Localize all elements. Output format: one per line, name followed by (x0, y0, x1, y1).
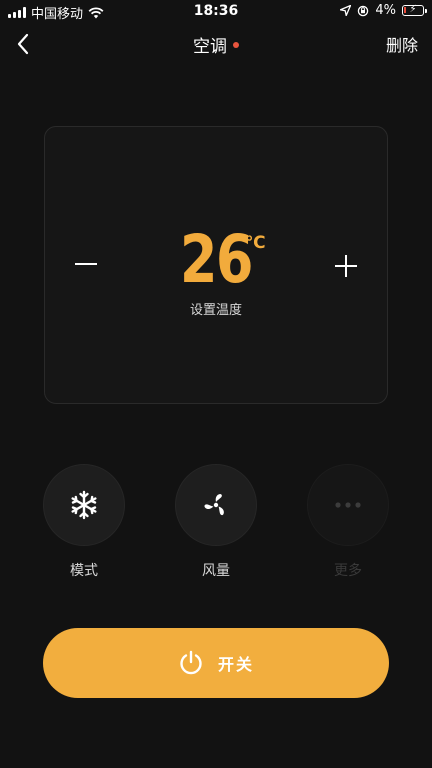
orientation-lock-icon (358, 5, 369, 16)
temperature-value: 26 (179, 221, 254, 298)
snowflake-icon (71, 490, 97, 520)
temperature-label: 设置温度 (189, 303, 242, 318)
more-button[interactable] (307, 464, 389, 546)
battery-percent: 4% (375, 3, 396, 18)
status-right: 4% ⚡ (340, 3, 427, 18)
status-bar: 中国移动 18:36 4% ⚡ (0, 0, 432, 22)
ac-control-page: 中国移动 18:36 4% ⚡ 空调 删除 26 ℃ 设置温度 模式 风量 更多… (0, 0, 432, 768)
mode-button[interactable] (43, 464, 125, 546)
power-icon (180, 650, 202, 675)
more-icon (335, 502, 361, 508)
more-label: 更多 (334, 563, 362, 579)
fan-speed-label: 风量 (202, 563, 230, 579)
power-label: 开关 (217, 655, 254, 674)
charging-bolt-icon: ⚡ (409, 4, 417, 15)
status-dot (233, 41, 239, 48)
page-title: 空调 (193, 37, 227, 57)
power-button[interactable]: 开关 (43, 628, 389, 698)
nav-bar: 空调 删除 (0, 22, 432, 66)
mode-label: 模式 (70, 563, 98, 579)
location-arrow-icon (340, 5, 352, 16)
page-title-wrap: 空调 (0, 32, 432, 57)
temperature-unit: ℃ (245, 233, 266, 253)
temperature-card: 26 ℃ 设置温度 (44, 126, 388, 404)
fan-speed-control: 风量 (175, 464, 257, 580)
delete-button[interactable]: 删除 (386, 32, 418, 56)
fan-icon (204, 494, 224, 516)
increase-temperature-button[interactable] (329, 249, 363, 283)
battery-icon: ⚡ (402, 4, 427, 16)
fan-speed-button[interactable] (175, 464, 257, 546)
more-control: 更多 (307, 464, 389, 580)
mode-control: 模式 (43, 464, 125, 580)
